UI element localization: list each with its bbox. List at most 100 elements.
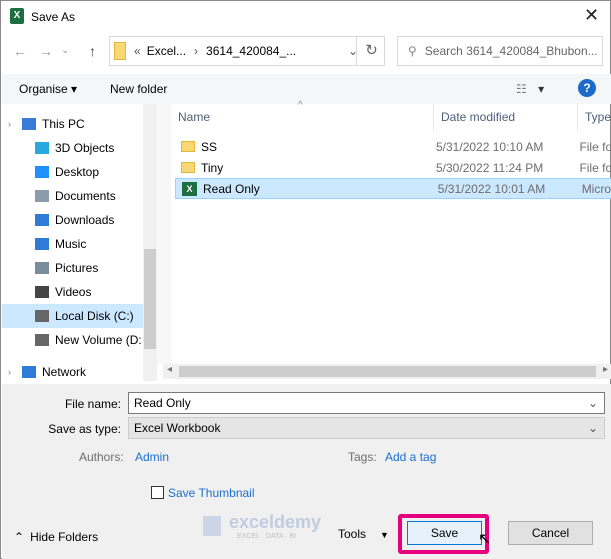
cancel-button[interactable]: Cancel <box>508 521 593 545</box>
desktop-icon <box>35 166 49 178</box>
sidebar-item-label: Pictures <box>55 261 99 275</box>
folder-icon <box>181 141 195 152</box>
sidebar-item-desktop[interactable]: Desktop <box>2 160 143 184</box>
horizontal-scrollbar[interactable]: ◂ ▸ <box>163 364 611 379</box>
save-as-type-label: Save as type: <box>48 422 121 436</box>
excel-icon: X <box>10 8 24 24</box>
sidebar-item-label: Documents <box>55 189 116 203</box>
recent-locations-button[interactable]: ⌄ <box>61 45 69 56</box>
file-date: 5/31/2022 10:10 AM <box>436 139 544 154</box>
documents-icon <box>35 190 49 202</box>
downloads-icon <box>35 214 49 226</box>
view-options-button[interactable]: ☷ ▾ <box>516 82 544 96</box>
save-as-type-select[interactable]: Excel Workbook ⌄ <box>128 417 605 439</box>
cube-icon <box>35 142 49 154</box>
close-icon[interactable]: ✕ <box>584 5 599 26</box>
network-icon <box>22 366 36 378</box>
pictures-icon <box>35 262 49 274</box>
exceldemy-watermark: exceldemy EXCEL · DATA · BI <box>201 512 323 550</box>
file-name: SS <box>201 139 218 154</box>
sidebar-item-music[interactable]: Music <box>2 232 143 256</box>
search-icon: ⚲ <box>408 44 417 58</box>
file-row[interactable]: SS 5/31/2022 10:10 AM File fo <box>175 136 611 157</box>
chevron-right-icon: › <box>194 44 199 58</box>
sidebar-item-downloads[interactable]: Downloads <box>2 208 143 232</box>
sidebar-item-label: Videos <box>55 285 92 299</box>
sidebar-item-label: New Volume (D: <box>55 333 142 347</box>
breadcrumb-excel[interactable]: Excel... <box>147 44 186 58</box>
save-thumbnail-label[interactable]: Save Thumbnail <box>168 486 255 500</box>
sidebar-item-label: Local Disk (C:) <box>55 309 134 323</box>
authors-label: Authors: <box>79 450 124 464</box>
sidebar-item-videos[interactable]: Videos <box>2 280 143 304</box>
tags-label: Tags: <box>348 450 377 464</box>
sidebar-item-local-disk-c[interactable]: Local Disk (C:) <box>2 304 143 328</box>
breadcrumb-folder[interactable]: 3614_420084_... <box>206 44 296 58</box>
sidebar-item-network[interactable]: › Network <box>2 360 143 384</box>
file-date: 5/31/2022 10:01 AM <box>437 181 546 196</box>
chevron-up-icon: ⌃ <box>14 530 25 544</box>
sidebar-item-label: Network <box>42 365 87 379</box>
tags-link[interactable]: Add a tag <box>385 450 436 464</box>
watermark-tagline: EXCEL · DATA · BI <box>237 533 296 540</box>
folder-icon <box>114 42 126 60</box>
overflow-icon[interactable]: « <box>134 44 141 58</box>
caret-down-icon: ▾ <box>538 82 545 96</box>
sidebar-item-3d-objects[interactable]: 3D Objects <box>2 136 143 160</box>
scrollbar-thumb[interactable] <box>144 249 156 349</box>
tools-button[interactable]: Tools ▼ <box>338 527 389 541</box>
organise-button[interactable]: Organise ▾ <box>19 82 77 96</box>
sidebar-item-this-pc[interactable]: › This PC <box>2 112 143 136</box>
file-type: File fo <box>579 139 611 154</box>
sidebar-item-documents[interactable]: Documents <box>2 184 143 208</box>
excel-icon: X <box>182 181 197 196</box>
save-as-dialog: X Save As ✕ ← → ⌄ ↑ « Excel... › 3614_42… <box>0 0 611 559</box>
folder-icon <box>181 162 195 173</box>
sidebar-item-label: 3D Objects <box>55 141 115 155</box>
file-date: 5/30/2022 11:24 PM <box>436 160 544 175</box>
file-type: File fo <box>579 160 611 175</box>
authors-link[interactable]: Admin <box>135 450 169 464</box>
drive-icon <box>35 334 49 346</box>
search-placeholder: Search 3614_420084_Bhubon... <box>424 44 598 58</box>
up-button[interactable]: ↑ <box>89 43 96 59</box>
address-bar[interactable]: « Excel... › 3614_420084_... ⌄ ↻ <box>109 36 385 66</box>
back-button[interactable]: ← <box>13 43 27 59</box>
pc-icon <box>22 118 36 130</box>
file-row[interactable]: Tiny 5/30/2022 11:24 PM File fo <box>175 157 611 178</box>
videos-icon <box>35 286 49 298</box>
help-icon[interactable]: ? <box>578 79 596 97</box>
tools-label: Tools <box>338 527 367 541</box>
file-name-input[interactable]: Read Only ⌄ <box>128 392 605 414</box>
column-header-type[interactable]: Type <box>578 104 611 131</box>
sidebar-item-pictures[interactable]: Pictures <box>2 256 143 280</box>
sidebar-item-label: Desktop <box>55 165 100 179</box>
mouse-cursor-icon: ↖ <box>478 531 492 548</box>
music-icon <box>35 238 49 250</box>
sidebar-item-label: Music <box>55 237 87 251</box>
hide-folders-button[interactable]: ⌃ Hide Folders <box>14 530 98 544</box>
forward-button[interactable]: → <box>39 43 53 59</box>
file-name-label: File name: <box>64 397 121 411</box>
sidebar-item-label: This PC <box>42 117 85 131</box>
file-name-value: Read Only <box>134 396 191 410</box>
window-title: Save As <box>31 10 76 24</box>
scrollbar-thumb[interactable] <box>179 366 596 377</box>
save-thumbnail-checkbox[interactable] <box>151 486 164 499</box>
sidebar-scrollbar[interactable] <box>143 104 157 381</box>
file-row[interactable]: X Read Only 5/31/2022 10:01 AM Micro <box>175 178 611 199</box>
search-input[interactable]: ⚲ Search 3614_420084_Bhubon... <box>397 36 603 66</box>
file-name: Read Only <box>203 181 260 196</box>
sidebar-item-new-volume-d[interactable]: New Volume (D: <box>2 328 143 352</box>
pane-divider <box>157 104 171 364</box>
sort-ascending-icon: ^ <box>298 100 303 111</box>
navigation-pane: › This PC 3D Objects Desktop Documents Downlo… <box>2 104 157 384</box>
file-name: Tiny <box>201 160 224 175</box>
caret-down-icon: ▼ <box>380 530 389 540</box>
refresh-button[interactable]: ↻ <box>356 37 386 65</box>
new-folder-button[interactable]: New folder <box>110 82 167 96</box>
save-button[interactable]: Save <box>407 521 482 545</box>
sidebar-item-label: Downloads <box>55 213 115 227</box>
drive-icon <box>35 310 49 322</box>
column-header-date[interactable]: Date modified <box>434 104 578 131</box>
